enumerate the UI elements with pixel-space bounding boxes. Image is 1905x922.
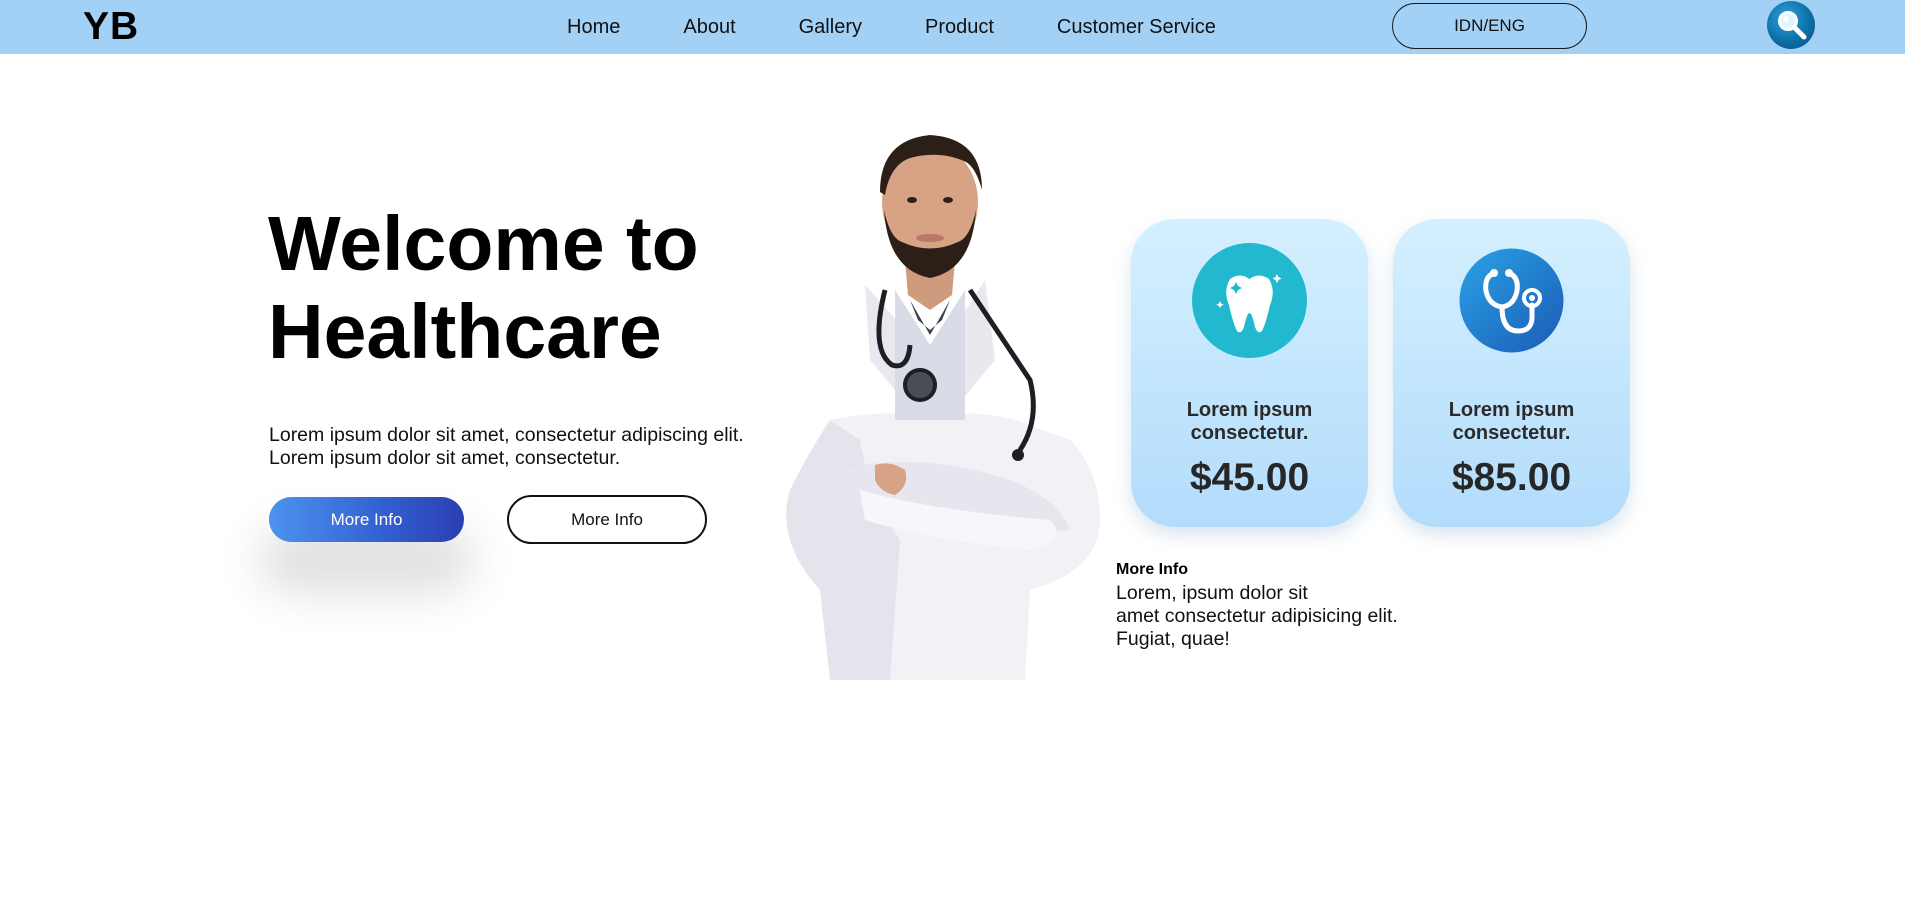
more-info-text-line: amet consectetur adipisicing elit. bbox=[1116, 605, 1398, 627]
doctor-image bbox=[786, 135, 1100, 680]
search-button[interactable] bbox=[1767, 1, 1815, 49]
nav-link-home[interactable]: Home bbox=[567, 16, 620, 39]
hero-title: Welcome to Healthcare bbox=[268, 201, 699, 375]
nav-link-customer-service[interactable]: Customer Service bbox=[1057, 16, 1216, 39]
more-info-primary-button[interactable]: More Info bbox=[269, 497, 464, 542]
hero-description: Lorem ipsum dolor sit amet, consectetur … bbox=[269, 424, 744, 470]
card-price: $45.00 bbox=[1189, 456, 1310, 499]
tooth-icon bbox=[1192, 243, 1307, 358]
card-title: Lorem ipsum consectetur. bbox=[1393, 399, 1630, 445]
card-title-line: Lorem ipsum bbox=[1448, 399, 1575, 421]
stethoscope-icon bbox=[1459, 248, 1564, 353]
search-icon bbox=[1778, 11, 1807, 40]
price-card[interactable]: Lorem ipsum consectetur. $85.00 bbox=[1393, 219, 1630, 527]
card-title-line: Lorem ipsum bbox=[1186, 399, 1313, 421]
site-logo[interactable]: YB bbox=[83, 5, 139, 49]
card-title: Lorem ipsum consectetur. bbox=[1131, 399, 1368, 445]
more-info-text-line: Lorem, ipsum dolor sit bbox=[1116, 582, 1308, 604]
nav-link-about[interactable]: About bbox=[683, 16, 735, 39]
more-info-text-line: Fugiat, quae! bbox=[1116, 628, 1230, 650]
card-title-line: consectetur. bbox=[1452, 422, 1571, 444]
language-toggle-button[interactable]: IDN/ENG bbox=[1392, 3, 1587, 49]
card-title-line: consectetur. bbox=[1190, 422, 1309, 444]
nav-link-gallery[interactable]: Gallery bbox=[799, 16, 862, 39]
navbar: YB Home About Gallery Product Customer S… bbox=[0, 0, 1905, 54]
hero-description-line: Lorem ipsum dolor sit amet, consectetur. bbox=[269, 447, 621, 469]
more-info-outline-button[interactable]: More Info bbox=[507, 495, 707, 544]
more-info-title: More Info bbox=[1116, 561, 1188, 578]
nav-menu: Home About Gallery Product Customer Serv… bbox=[567, 0, 1216, 54]
hero-description-line: Lorem ipsum dolor sit amet, consectetur … bbox=[269, 424, 744, 446]
more-info-text: Lorem, ipsum dolor sit amet consectetur … bbox=[1116, 582, 1398, 651]
card-price: $85.00 bbox=[1451, 456, 1572, 499]
nav-link-product[interactable]: Product bbox=[925, 16, 994, 39]
more-info-section: More Info Lorem, ipsum dolor sit amet co… bbox=[1116, 561, 1398, 651]
price-card[interactable]: Lorem ipsum consectetur. $45.00 bbox=[1131, 219, 1368, 527]
